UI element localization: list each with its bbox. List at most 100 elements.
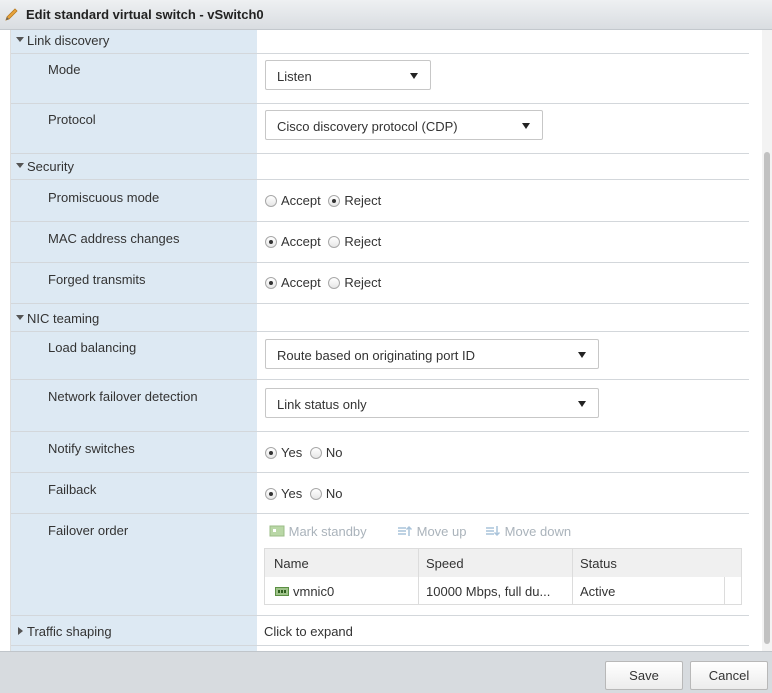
failover-detection-select[interactable]: Link status only	[265, 388, 599, 418]
section-link-discovery[interactable]: Link discovery	[11, 30, 749, 54]
field-label: MAC address changes	[48, 231, 180, 246]
radio-accept[interactable]	[265, 276, 277, 289]
failback-radio-group: Yes No	[265, 485, 346, 501]
mac-changes-radio-group: Accept Reject	[265, 233, 385, 249]
expand-triangle-icon[interactable]	[18, 627, 23, 635]
radio-yes[interactable]	[265, 446, 277, 459]
toolbar-label: Move up	[416, 524, 467, 539]
radio-no[interactable]	[309, 446, 322, 459]
section-label: NIC teaming	[27, 311, 100, 326]
field-label: Protocol	[48, 112, 96, 127]
radio-reject[interactable]	[328, 276, 341, 289]
move-down-button[interactable]: Move down	[485, 524, 571, 539]
radio-reject[interactable]	[328, 235, 341, 248]
column-divider	[418, 549, 419, 604]
column-header-speed[interactable]: Speed	[426, 556, 464, 571]
nic-icon	[275, 587, 289, 596]
forged-radio-group: Accept Reject	[265, 274, 385, 290]
field-label: Forged transmits	[48, 272, 146, 287]
radio-label: Reject	[344, 193, 382, 209]
column-header-name[interactable]: Name	[274, 556, 309, 571]
select-value: Cisco discovery protocol (CDP)	[277, 119, 458, 134]
row-mac-address-changes: MAC address changes Accept Reject	[11, 222, 749, 263]
settings-panel: Link discovery Mode Listen Protocol Cisc…	[10, 30, 749, 651]
field-label: Failover order	[48, 523, 129, 538]
dialog-footer: Save Cancel	[0, 651, 772, 693]
radio-accept[interactable]	[265, 194, 277, 207]
section-label: Traffic shaping	[27, 624, 112, 639]
field-label: Network failover detection	[48, 389, 198, 404]
move-up-icon	[398, 525, 413, 536]
section-label: Security	[27, 159, 74, 174]
row-network-failover-detection: Network failover detection Link status o…	[11, 380, 749, 432]
column-divider	[724, 577, 725, 604]
field-label: Load balancing	[48, 340, 137, 355]
field-label: Notify switches	[48, 441, 135, 456]
radio-no[interactable]	[309, 487, 322, 500]
table-row[interactable]: vmnic0 10000 Mbps, full du... Active	[265, 577, 741, 604]
protocol-select[interactable]: Cisco discovery protocol (CDP)	[265, 110, 543, 140]
row-mode: Mode Listen	[11, 54, 749, 104]
dialog-titlebar: Edit standard virtual switch - vSwitch0	[0, 0, 772, 30]
select-value: Listen	[277, 69, 312, 84]
radio-label: Accept	[281, 193, 321, 209]
radio-label: Accept	[281, 234, 321, 250]
toolbar-label: Move down	[504, 524, 572, 539]
radio-label: Accept	[281, 275, 321, 291]
radio-label: Yes	[281, 445, 303, 461]
save-button[interactable]: Save	[605, 661, 683, 690]
load-balancing-select[interactable]: Route based on originating port ID	[265, 339, 599, 369]
notify-radio-group: Yes No	[265, 444, 346, 460]
dropdown-arrow-icon	[522, 123, 530, 129]
move-down-icon	[486, 526, 501, 537]
field-label: Mode	[48, 62, 81, 77]
radio-yes[interactable]	[265, 487, 277, 500]
expand-link[interactable]: Click to expand	[264, 624, 353, 639]
collapse-triangle-icon[interactable]	[16, 315, 24, 320]
pencil-icon	[5, 8, 18, 21]
radio-label: No	[325, 445, 343, 461]
cell-status: Active	[580, 584, 616, 599]
dropdown-arrow-icon	[578, 352, 586, 358]
select-value: Route based on originating port ID	[277, 348, 476, 363]
section-traffic-shaping[interactable]: Traffic shaping Click to expand	[11, 616, 749, 646]
row-promiscuous-mode: Promiscuous mode Accept Reject	[11, 180, 749, 222]
promiscuous-radio-group: Accept Reject	[265, 192, 385, 208]
vertical-scrollbar[interactable]	[762, 30, 772, 651]
mode-select[interactable]: Listen	[265, 60, 431, 90]
radio-label: Reject	[344, 275, 382, 291]
move-up-button[interactable]: Move up	[397, 524, 467, 539]
dropdown-arrow-icon	[410, 73, 418, 79]
standby-icon	[269, 525, 285, 537]
row-load-balancing: Load balancing Route based on originatin…	[11, 332, 749, 380]
cell-name: vmnic0	[293, 584, 335, 599]
section-nic-teaming[interactable]: NIC teaming	[11, 304, 749, 332]
cancel-button[interactable]: Cancel	[690, 661, 768, 690]
grid-header: Name Speed Status	[265, 549, 741, 578]
row-protocol: Protocol Cisco discovery protocol (CDP)	[11, 104, 749, 154]
field-label: Failback	[48, 482, 97, 497]
row-notify-switches: Notify switches Yes No	[11, 432, 749, 473]
dialog-title: Edit standard virtual switch - vSwitch0	[26, 7, 264, 22]
row-forged-transmits: Forged transmits Accept Reject	[11, 263, 749, 304]
collapse-triangle-icon[interactable]	[16, 37, 24, 42]
select-value: Link status only	[277, 397, 367, 412]
column-divider	[572, 549, 573, 604]
radio-label: Yes	[281, 486, 303, 502]
mark-standby-button[interactable]: Mark standby	[269, 524, 367, 539]
section-security[interactable]: Security	[11, 154, 749, 180]
toolbar-label: Mark standby	[288, 524, 367, 539]
collapse-triangle-icon[interactable]	[16, 163, 24, 168]
column-header-status[interactable]: Status	[580, 556, 617, 571]
cell-speed: 10000 Mbps, full du...	[426, 584, 551, 599]
radio-reject[interactable]	[328, 194, 341, 207]
field-label: Promiscuous mode	[48, 190, 160, 205]
dropdown-arrow-icon	[578, 401, 586, 407]
radio-accept[interactable]	[265, 235, 277, 248]
radio-label: No	[325, 486, 343, 502]
radio-label: Reject	[344, 234, 382, 250]
row-failback: Failback Yes No	[11, 473, 749, 514]
scrollbar-thumb[interactable]	[764, 152, 770, 644]
failover-order-grid: Name Speed Status vmnic0 10000 Mbps, ful…	[264, 548, 742, 605]
section-label: Link discovery	[27, 33, 110, 48]
